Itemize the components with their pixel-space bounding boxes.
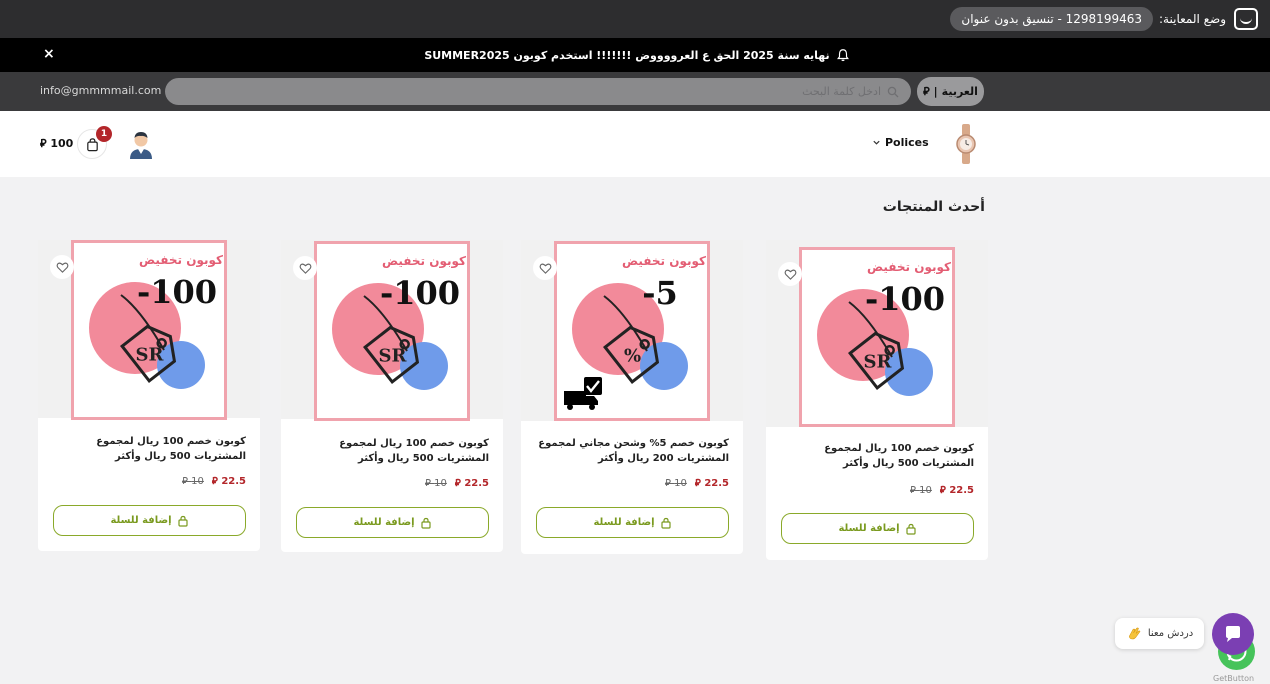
wishlist-button[interactable] — [533, 256, 557, 280]
wishlist-button[interactable] — [50, 255, 74, 279]
getbutton-credit[interactable]: GetButton — [1213, 674, 1254, 683]
cart-count-badge: 1 — [96, 126, 112, 142]
product-image-area[interactable]: كوبون تخفيض SR -100 — [281, 240, 503, 421]
price-row: 22.5 ⃁ 10 ⃁ — [665, 476, 729, 489]
svg-text:كوبون تخفيض: كوبون تخفيض — [867, 260, 951, 275]
top-bar: info@gmmmmail.com ادخل كلمة البحث العربي… — [0, 72, 1270, 111]
wishlist-button[interactable] — [293, 256, 317, 280]
store-name-pill[interactable]: 1298199463 - تنسيق بدون عنوان — [950, 7, 1153, 31]
svg-text:-100: -100 — [137, 273, 217, 311]
announcement-bar: نهايه سنة 2025 الحق ع العرووووض !!!!!!! … — [0, 38, 1270, 72]
price-current: 22.5 ⃁ — [454, 478, 489, 489]
currency-icon: ⃁ — [923, 84, 930, 98]
heart-icon — [299, 263, 311, 274]
coupon-image[interactable]: كوبون تخفيض SR -100 — [71, 240, 227, 424]
contact-email[interactable]: info@gmmmmail.com — [40, 84, 161, 97]
add-to-cart-label: إضافة للسلة — [838, 523, 900, 534]
preview-bar: وضع المعاينة: 1298199463 - تنسيق بدون عن… — [0, 0, 1270, 38]
divider: | — [933, 85, 938, 98]
product-image-area[interactable]: كوبون تخفيض SR -100 — [766, 240, 988, 427]
language-button[interactable]: العربية | ⃁ — [917, 77, 984, 106]
coupon-image[interactable]: كوبون تخفيض % -5 — [554, 241, 710, 425]
add-to-cart-label: إضافة للسلة — [353, 517, 415, 528]
price-row: 22.5 ⃁ 10 ⃁ — [425, 476, 489, 489]
wishlist-button[interactable] — [778, 262, 802, 286]
coupon-image[interactable]: كوبون تخفيض SR -100 — [314, 241, 470, 425]
chat-label: دردش معنا — [1147, 628, 1194, 639]
svg-text:كوبون تخفيض: كوبون تخفيض — [382, 254, 466, 269]
add-to-cart-label: إضافة للسلة — [593, 517, 655, 528]
price-current: 22.5 ⃁ — [939, 485, 974, 496]
product-image-area[interactable]: كوبون تخفيض SR -100 — [38, 240, 260, 420]
nav-item-polices[interactable]: Polices — [872, 136, 929, 149]
svg-text:كوبون تخفيض: كوبون تخفيض — [622, 254, 706, 269]
heart-icon — [539, 263, 551, 274]
heart-icon — [784, 269, 796, 280]
svg-text:-100: -100 — [380, 274, 460, 312]
price-original: 10 ⃁ — [665, 478, 687, 489]
add-to-cart-button[interactable]: إضافة للسلة — [53, 505, 246, 536]
user-avatar-icon[interactable] — [127, 129, 155, 159]
product-title[interactable]: كوبون خصم 100 ريال لمجموع المشتريات 500 … — [780, 441, 974, 471]
heart-icon — [56, 262, 68, 273]
price-row: 22.5 ⃁ 10 ⃁ — [182, 474, 246, 487]
store-logo-icon — [1234, 8, 1258, 30]
svg-text:-5: -5 — [642, 274, 678, 312]
cart-total: 100 ⃁ — [40, 137, 74, 150]
price-original: 10 ⃁ — [182, 476, 204, 487]
price-current: 22.5 ⃁ — [211, 476, 246, 487]
svg-text:SR: SR — [864, 351, 893, 372]
nav-item-label: Polices — [885, 136, 929, 149]
lock-bag-icon — [420, 517, 431, 529]
search-icon — [887, 86, 899, 97]
product-image-area[interactable]: كوبون تخفيض % -5 — [521, 240, 743, 421]
svg-text:-100: -100 — [865, 280, 945, 318]
svg-text:%: % — [624, 345, 641, 366]
price-row: 22.5 ⃁ 10 ⃁ — [910, 483, 974, 496]
product-title[interactable]: كوبون خصم 100 ريال لمجموع المشتريات 500 … — [295, 436, 489, 466]
price-current: 22.5 ⃁ — [694, 478, 729, 489]
product-card[interactable]: كوبون تخفيض SR -100 كوبون خصم 100 ريال ل… — [281, 240, 503, 552]
search-input[interactable]: ادخل كلمة البحث — [165, 78, 911, 105]
svg-text:SR: SR — [136, 344, 165, 365]
chat-bubble[interactable]: دردش معنا — [1115, 618, 1204, 649]
add-to-cart-button[interactable]: إضافة للسلة — [536, 507, 729, 538]
chevron-down-icon — [873, 140, 880, 145]
add-to-cart-button[interactable]: إضافة للسلة — [781, 513, 974, 544]
coupon-image[interactable]: كوبون تخفيض SR -100 — [799, 247, 955, 431]
add-to-cart-label: إضافة للسلة — [110, 515, 172, 526]
site-header: Polices 1 100 ⃁ — [0, 111, 1270, 177]
search-placeholder: ادخل كلمة البحث — [802, 85, 881, 98]
close-icon[interactable]: × — [43, 46, 55, 62]
lock-bag-icon — [660, 517, 671, 529]
product-card[interactable]: كوبون تخفيض SR -100 كوبون خصم 100 ريال ل… — [38, 240, 260, 551]
announcement-text: نهايه سنة 2025 الحق ع العرووووض !!!!!!! … — [424, 48, 830, 62]
svg-text:كوبون تخفيض: كوبون تخفيض — [139, 253, 223, 268]
price-original: 10 ⃁ — [910, 485, 932, 496]
preview-label: وضع المعاينة: — [1159, 12, 1226, 26]
language-label: العربية — [941, 85, 978, 98]
bell-icon — [836, 49, 849, 62]
lock-bag-icon — [905, 523, 916, 535]
price-original: 10 ⃁ — [425, 478, 447, 489]
product-title[interactable]: كوبون خصم 100 ريال لمجموع المشتريات 500 … — [52, 434, 246, 464]
product-card[interactable]: كوبون تخفيض % -5 كوبون خصم 5% وشحن مجاني… — [521, 240, 743, 554]
chat-button[interactable] — [1212, 613, 1254, 655]
waving-hand-icon — [1128, 627, 1141, 639]
product-title[interactable]: كوبون خصم 5% وشحن مجاني لمجموع المشتريات… — [535, 436, 729, 466]
add-to-cart-button[interactable]: إضافة للسلة — [296, 507, 489, 538]
product-card[interactable]: كوبون تخفيض SR -100 كوبون خصم 100 ريال ل… — [766, 240, 988, 560]
svg-text:SR: SR — [379, 345, 408, 366]
watch-logo-icon[interactable] — [952, 124, 980, 164]
section-title: أحدث المنتجات — [882, 199, 985, 215]
chat-icon — [1226, 626, 1240, 642]
lock-bag-icon — [177, 515, 188, 527]
